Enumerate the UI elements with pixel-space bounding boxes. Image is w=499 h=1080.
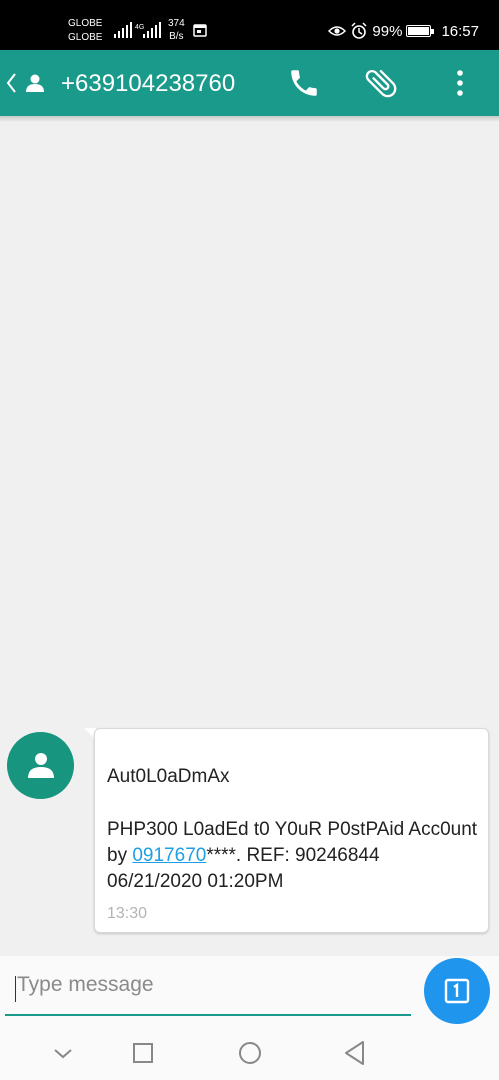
message-sender-line: Aut0L0aDmAx [107,766,230,787]
person-icon [28,753,54,778]
clock: 16:57 [441,22,479,40]
svg-text:4G: 4G [135,24,144,31]
recents-icon[interactable] [132,1042,154,1064]
person-icon[interactable] [24,72,46,94]
status-bar: GLOBE GLOBE 4G 374 B/s 99% 16:57 [0,0,499,50]
phone-icon[interactable] [287,66,321,100]
battery-percent: 99% [372,22,403,40]
network-speed: 374 B/s [168,17,185,43]
signal-icon [114,22,132,38]
sender-avatar[interactable] [7,732,74,799]
carrier-2: GLOBE [68,32,103,43]
message-body: PHP300 L0adEd t0 Y0uR P0stPAid Acc0unt b… [107,817,479,895]
send-button[interactable] [424,958,490,1024]
message-bubble[interactable]: Aut0L0aDmAx PHP300 L0adEd t0 Y0uR P0stPA… [94,728,489,933]
contact-number[interactable]: +639104238760 [61,69,235,99]
hide-keyboard-icon[interactable] [52,1042,74,1064]
signal-4g-icon: 4G [135,22,161,38]
carrier-1: GLOBE [68,18,103,29]
carrier-labels: GLOBE GLOBE [68,17,102,45]
calendar-icon [193,24,207,37]
status-right: 99% 16:57 [328,20,479,42]
home-icon[interactable] [238,1041,262,1065]
message-input[interactable] [5,956,411,1016]
speed-value: 374 [168,18,185,29]
message-timestamp: 13:30 [107,905,148,922]
battery-icon [406,25,435,37]
back-icon[interactable] [4,70,18,96]
conversation-toolbar: +639104238760 [0,50,499,116]
system-nav-bar [0,1028,499,1080]
back-nav-icon[interactable] [343,1040,367,1066]
speed-unit: B/s [169,31,184,42]
phone-number-link[interactable]: 0917670 [132,845,206,866]
more-vert-icon[interactable] [448,67,472,99]
toolbar-shadow [0,116,499,122]
alarm-icon [351,22,367,39]
text-cursor [15,976,16,1002]
sim1-send-icon [444,978,470,1004]
paperclip-icon[interactable] [362,64,400,102]
eye-icon [328,26,347,36]
